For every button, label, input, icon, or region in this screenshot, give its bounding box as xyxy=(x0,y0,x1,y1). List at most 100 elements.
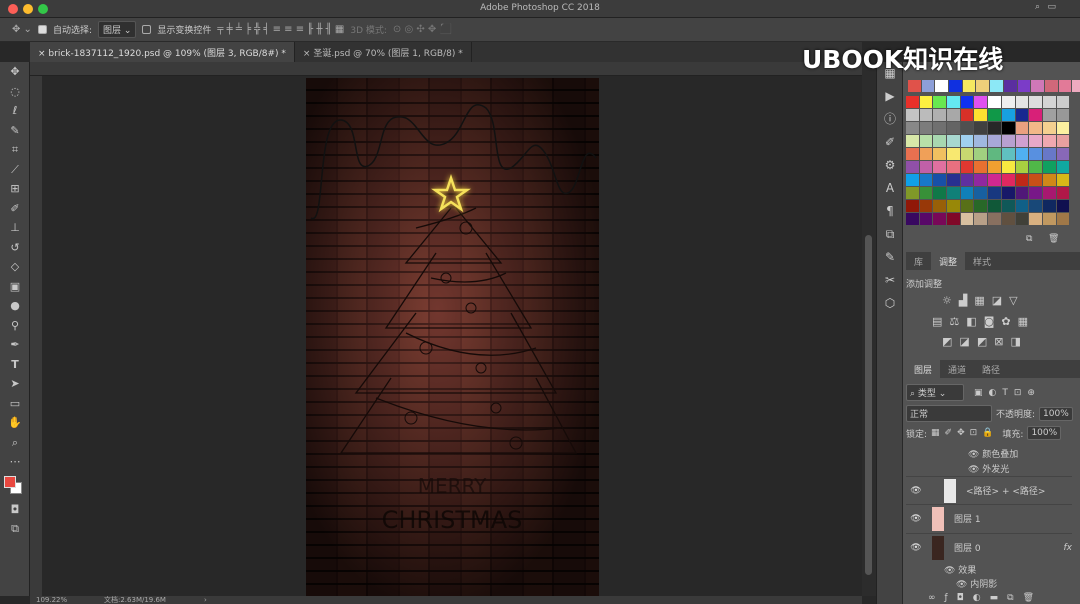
color-swatch[interactable] xyxy=(974,148,988,160)
color-swatch[interactable] xyxy=(1015,109,1029,121)
move-tool-icon[interactable]: ✥ ⌄ xyxy=(12,24,32,35)
color-swatch[interactable] xyxy=(933,161,947,173)
eyedropper-tool[interactable]: ⟋ xyxy=(0,160,30,180)
lasso-tool[interactable]: ℓ xyxy=(0,101,30,121)
color-swatch[interactable] xyxy=(906,96,919,108)
filter-icons[interactable]: ▣◐T⊡⊕ xyxy=(974,388,1041,398)
tools-preset-icon[interactable]: ✂ xyxy=(877,269,903,292)
color-swatch[interactable] xyxy=(974,135,988,147)
color-swatch[interactable] xyxy=(1056,96,1070,108)
color-swatch[interactable] xyxy=(947,200,960,212)
color-swatch[interactable] xyxy=(1029,200,1042,212)
color-swatch[interactable] xyxy=(1042,174,1056,186)
status-menu-arrow[interactable]: › xyxy=(204,596,207,604)
auto-select-dropdown[interactable]: 图层 ⌄ xyxy=(97,21,137,38)
curves-icon[interactable]: ▦ xyxy=(974,294,984,307)
color-swatch[interactable] xyxy=(906,213,919,225)
color-swatch[interactable] xyxy=(908,80,921,92)
color-swatch[interactable] xyxy=(1029,96,1042,108)
color-swatch[interactable] xyxy=(1029,187,1042,199)
color-swatch[interactable] xyxy=(1001,148,1015,160)
color-swatch[interactable] xyxy=(1015,213,1029,225)
info-icon[interactable]: ⓘ xyxy=(877,108,903,131)
threshold-icon[interactable]: ◩ xyxy=(977,335,987,348)
rectangle-tool[interactable]: ▭ xyxy=(0,394,30,414)
color-swatch[interactable] xyxy=(919,135,933,147)
color-swatch[interactable] xyxy=(990,80,1003,92)
color-swatch[interactable] xyxy=(1001,122,1015,134)
zoom-level[interactable]: 109.22% xyxy=(36,596,67,604)
vibrance-icon[interactable]: ▽ xyxy=(1009,294,1017,307)
properties-icon[interactable]: ⚙ xyxy=(877,154,903,177)
color-swatch[interactable] xyxy=(906,109,919,121)
tab-styles[interactable]: 样式 xyxy=(965,252,999,270)
exposure-icon[interactable]: ◪ xyxy=(992,294,1002,307)
color-swatch[interactable] xyxy=(960,109,974,121)
color-swatch[interactable] xyxy=(960,122,974,134)
color-swatch[interactable] xyxy=(1015,148,1029,160)
blend-mode-dropdown[interactable]: 正常 xyxy=(906,405,992,422)
color-swatch[interactable] xyxy=(962,80,976,92)
color-swatch[interactable] xyxy=(1015,161,1029,173)
3d-tools-icons[interactable]: ⊙ ◎ ✣ ✥ ⬛ xyxy=(393,24,452,35)
workspace-icon[interactable]: ▭ xyxy=(1047,2,1056,12)
color-swatch[interactable] xyxy=(974,161,988,173)
color-swatch[interactable] xyxy=(1056,174,1070,186)
layer-row[interactable]: 👁 图层 0 fx xyxy=(906,533,1072,561)
more-tools[interactable]: ⋯ xyxy=(0,452,30,472)
color-swatch[interactable] xyxy=(919,161,933,173)
color-swatch[interactable] xyxy=(988,200,1001,212)
visibility-eye-icon[interactable]: 👁 xyxy=(906,543,926,553)
layer-row[interactable]: 👁 图层 1 xyxy=(906,504,1072,532)
type-tool[interactable]: T xyxy=(0,355,30,375)
color-swatch[interactable] xyxy=(947,174,960,186)
color-swatch[interactable] xyxy=(1029,161,1042,173)
color-swatch[interactable] xyxy=(906,161,919,173)
visibility-eye-icon[interactable]: 👁 xyxy=(906,514,926,524)
opacity-input[interactable]: 100% xyxy=(1039,406,1073,421)
color-swatch[interactable] xyxy=(974,96,988,108)
color-swatch[interactable] xyxy=(933,135,947,147)
color-swatch[interactable] xyxy=(906,135,919,147)
color-swatch[interactable] xyxy=(1001,213,1015,225)
color-swatch[interactable] xyxy=(919,122,933,134)
color-swatch[interactable] xyxy=(960,148,974,160)
color-swatch[interactable] xyxy=(1056,148,1070,160)
paragraph-icon[interactable]: ¶ xyxy=(877,200,903,223)
foreground-color[interactable] xyxy=(4,475,16,488)
color-swatch[interactable] xyxy=(1029,122,1042,134)
color-swatch[interactable] xyxy=(988,174,1001,186)
color-swatch[interactable] xyxy=(1056,187,1070,199)
color-swatch[interactable] xyxy=(960,135,974,147)
color-swatch[interactable] xyxy=(906,200,919,212)
effect-color-overlay[interactable]: 👁 颜色叠加 xyxy=(968,447,1018,460)
color-swatch[interactable] xyxy=(960,161,974,173)
color-swatch[interactable] xyxy=(988,148,1001,160)
color-swatch[interactable] xyxy=(947,96,960,108)
color-swatch[interactable] xyxy=(947,187,960,199)
pen-tool[interactable]: ✒ xyxy=(0,335,30,355)
color-swatch[interactable] xyxy=(974,174,988,186)
color-swatch[interactable] xyxy=(947,213,960,225)
fx-badge[interactable]: fx xyxy=(1064,543,1073,553)
color-swatch[interactable] xyxy=(1058,80,1072,92)
posterize-icon[interactable]: ◪ xyxy=(959,335,969,348)
color-swatch[interactable] xyxy=(906,122,919,134)
color-swatch[interactable] xyxy=(1042,187,1056,199)
color-swatch[interactable] xyxy=(933,122,947,134)
color-swatch[interactable] xyxy=(919,213,933,225)
dodge-tool[interactable]: ⚲ xyxy=(0,316,30,336)
tab-adjustments[interactable]: 调整 xyxy=(931,252,966,270)
color-swatch[interactable] xyxy=(933,174,947,186)
color-swatch[interactable] xyxy=(947,109,960,121)
color-swatch[interactable] xyxy=(933,187,947,199)
tab-channels[interactable]: 通道 xyxy=(940,360,974,378)
color-swatch[interactable] xyxy=(1029,174,1042,186)
color-swatch[interactable] xyxy=(1029,135,1042,147)
layer-filter-dropdown[interactable]: ⌕ 类型 ⌄ xyxy=(906,384,964,401)
effects-group[interactable]: 👁 效果 xyxy=(944,563,976,576)
color-swatch[interactable] xyxy=(947,161,960,173)
color-swatch[interactable] xyxy=(988,213,1001,225)
show-transform-checkbox[interactable] xyxy=(142,25,152,34)
tab-christmas[interactable]: × 圣诞.psd @ 70% (图层 1, RGB/8) * xyxy=(295,42,472,62)
